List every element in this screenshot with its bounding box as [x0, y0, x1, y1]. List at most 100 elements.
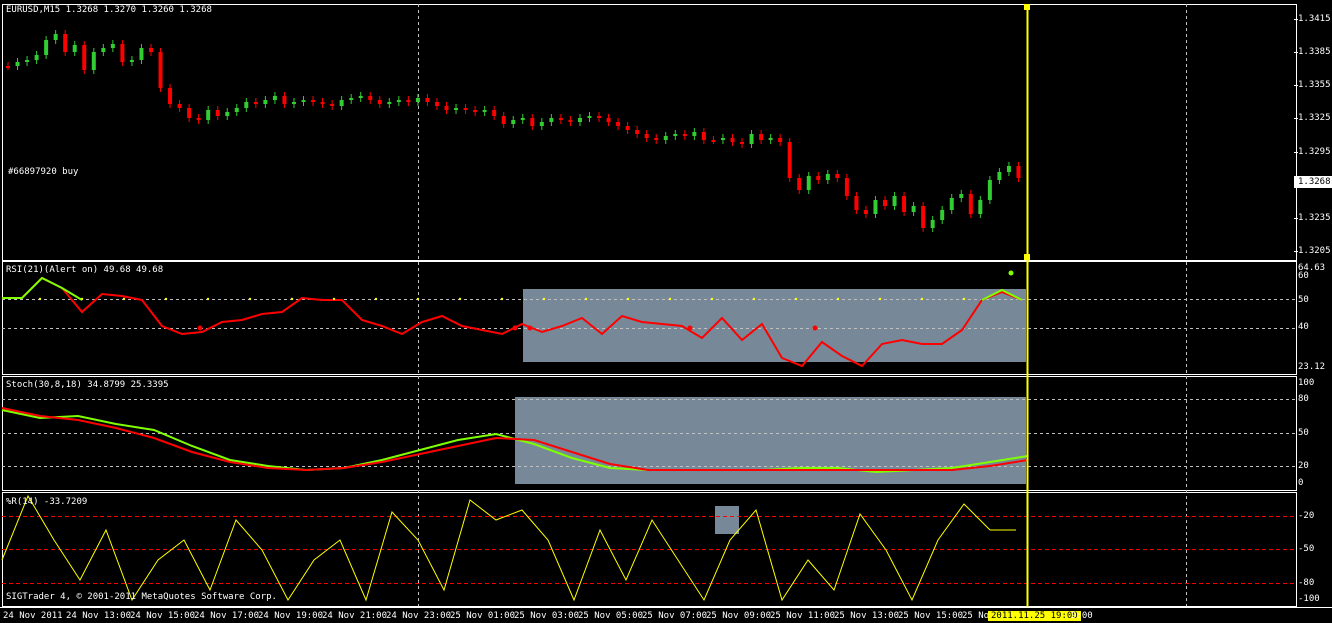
rsi-dot [542, 297, 546, 301]
stoch-tick: 20 [1298, 461, 1309, 471]
candle-body [110, 44, 115, 48]
candle-body [444, 106, 449, 110]
candle-body [663, 136, 668, 140]
time-label: 25 Nov 11:00 [770, 611, 836, 621]
candle-body [930, 220, 935, 228]
candle-body [291, 102, 296, 104]
time-label: 24 Nov 2011 [3, 611, 63, 621]
rsi-dot [206, 297, 210, 301]
candle-body [206, 110, 211, 120]
price-tick: 1.3385 [1298, 47, 1331, 57]
candle-body [72, 45, 77, 52]
candle-body [806, 176, 811, 190]
chart-canvas[interactable] [0, 0, 1332, 623]
rsi-tick: 40 [1298, 322, 1309, 332]
price-tick: 1.3415 [1298, 14, 1331, 24]
candle-body [463, 108, 468, 110]
copyright-text: SIGTrader 4, © 2001-2011 MetaQuotes Soft… [6, 592, 277, 602]
order-label[interactable]: #66897920 buy [8, 167, 78, 177]
rsi-dot [248, 297, 252, 301]
rsi-dot [962, 297, 966, 301]
candle-body [816, 176, 821, 180]
candle-body [635, 130, 640, 134]
candle-body [787, 142, 792, 178]
candle-body [625, 126, 630, 130]
candle-body [349, 98, 354, 100]
candle-body [129, 60, 134, 62]
stoch-tick: 80 [1298, 394, 1309, 404]
candle-body [749, 134, 754, 144]
candle-body [234, 108, 239, 112]
candle-body [720, 138, 725, 140]
candle-body [921, 206, 926, 228]
candle-body [797, 178, 802, 190]
candle-body [740, 142, 745, 144]
candle-body [311, 100, 316, 102]
rsi-dot [878, 297, 882, 301]
stoch-tick: 100 [1298, 378, 1315, 388]
candle-body [997, 172, 1002, 180]
candle-body [158, 52, 163, 88]
candle-body [377, 100, 382, 104]
candle-body [63, 34, 68, 52]
candle-body [949, 198, 954, 210]
rsi-dot [458, 297, 462, 301]
candle-body [568, 120, 573, 122]
rsi-signal-dot [197, 325, 203, 331]
price-tick: 1.3205 [1298, 246, 1331, 256]
candle-body [196, 118, 201, 120]
candle-body [454, 108, 459, 110]
candle-body [101, 48, 106, 52]
candle-body [530, 118, 535, 126]
time-label: 9:00 [1071, 611, 1093, 621]
time-label: 24 Nov 21:00 [322, 611, 388, 621]
candle-body [730, 138, 735, 142]
wpr-tick: -50 [1298, 544, 1315, 554]
candle-body [139, 48, 144, 60]
main-chart-title: EURUSD,M15 1.3268 1.3270 1.3260 1.3268 [6, 5, 212, 15]
candle-body [759, 134, 764, 140]
rsi-dot [836, 297, 840, 301]
rsi-dot [38, 297, 42, 301]
rsi-dot [752, 297, 756, 301]
wpr-tick: -20 [1298, 511, 1315, 521]
rsi-dot [920, 297, 924, 301]
candle-body [244, 102, 249, 108]
stoch-title: Stoch(30,8,18) 34.8799 25.3395 [6, 380, 169, 390]
rsi-signal-dot [1008, 270, 1014, 276]
time-label: 25 Nov 07:00 [642, 611, 708, 621]
candle-body [778, 138, 783, 142]
rsi-dot [164, 297, 168, 301]
candle-body [253, 102, 258, 104]
rsi-dot [416, 297, 420, 301]
candle-body [25, 60, 30, 62]
candle-body [358, 96, 363, 98]
candle-body [91, 52, 96, 70]
rsi-title: RSI(21)(Alert on) 49.68 49.68 [6, 265, 164, 275]
candle-body [597, 116, 602, 118]
time-label: 25 Nov 09:00 [706, 611, 772, 621]
candle-body [835, 174, 840, 178]
candle-body [768, 138, 773, 140]
candle-body [492, 110, 497, 116]
rsi-dot [668, 297, 672, 301]
candle-body [959, 194, 964, 198]
candle-body [215, 110, 220, 116]
rsi-dot [122, 297, 126, 301]
current-price-badge: 1.3268 [1294, 176, 1332, 188]
candle-body [644, 134, 649, 138]
time-label: 25 Nov 13:00 [834, 611, 900, 621]
candle-body [330, 104, 335, 106]
candle-body [425, 98, 430, 102]
candle-body [473, 110, 478, 112]
candle-body [854, 196, 859, 210]
candle-body [387, 102, 392, 104]
time-label: 25 Nov 01:00 [450, 611, 516, 621]
time-label: 24 Nov 19:00 [258, 611, 324, 621]
candle-body [501, 116, 506, 124]
price-tick: 1.3355 [1298, 80, 1331, 90]
cursor-marker [1024, 4, 1030, 10]
rsi-signal-dot [812, 325, 818, 331]
candle-body [987, 180, 992, 200]
candle-body [863, 210, 868, 214]
